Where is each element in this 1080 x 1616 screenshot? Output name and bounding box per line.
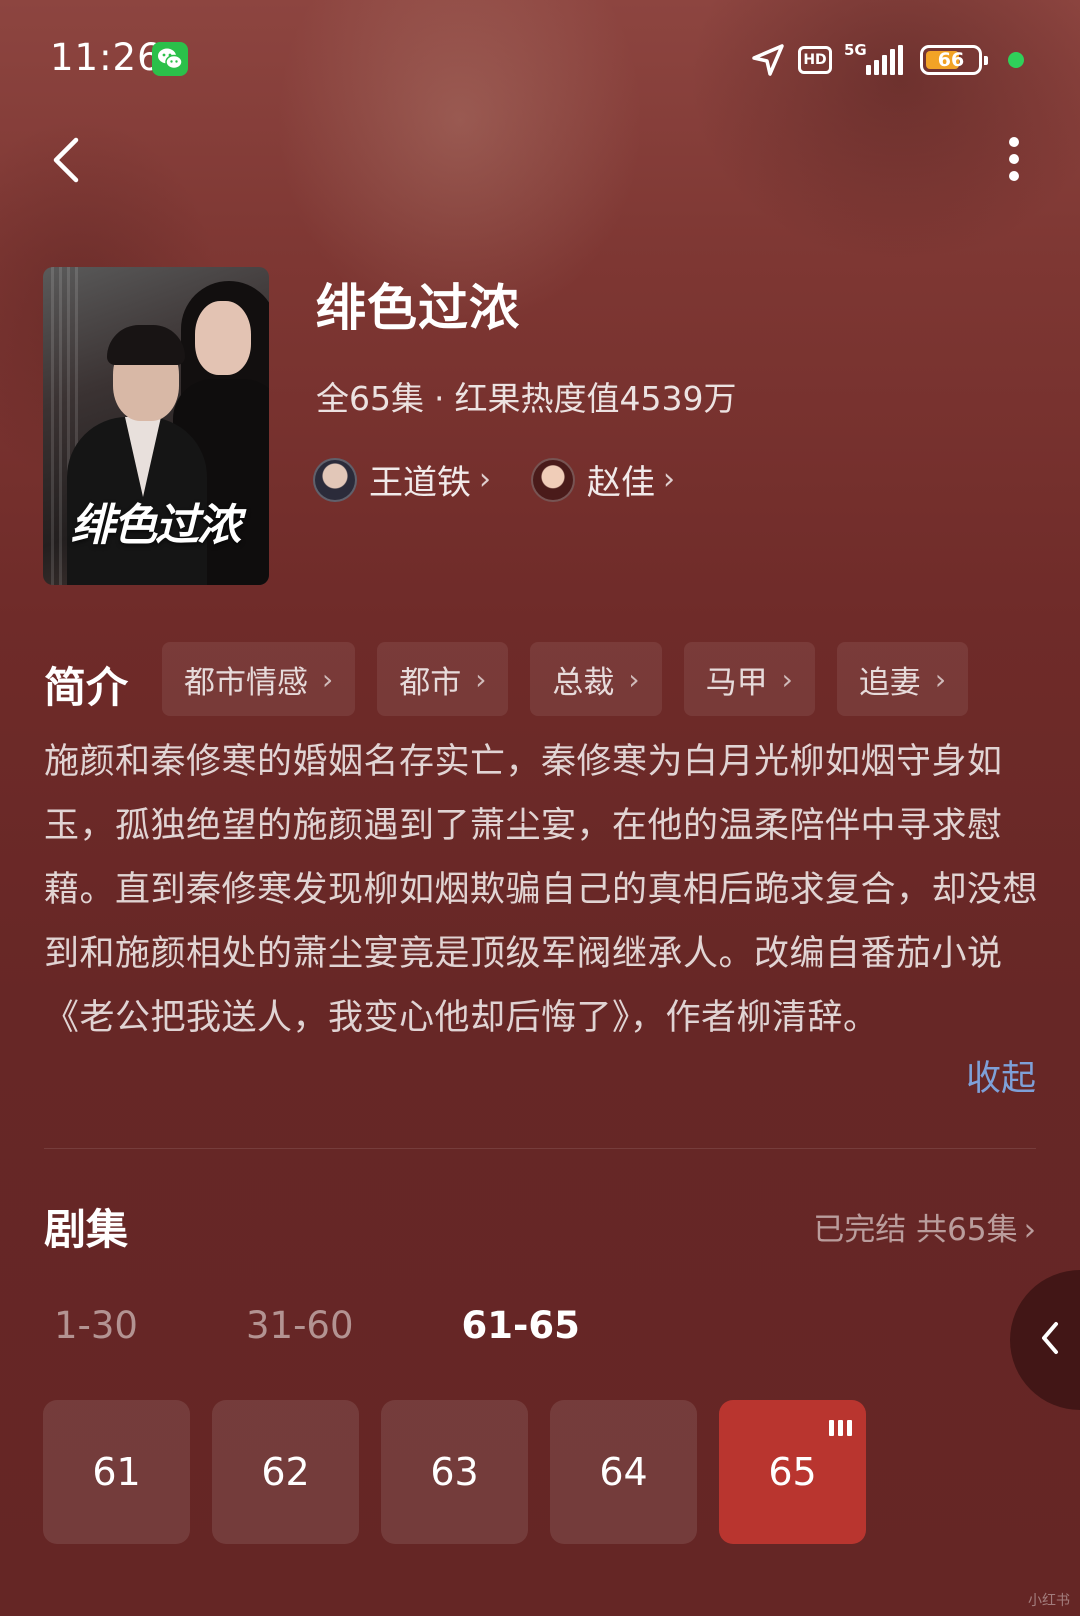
tag-label: 追妻 bbox=[858, 664, 921, 701]
status-icons: HD 5G 66 bbox=[750, 40, 1024, 80]
tag-chip[interactable]: 总裁 › bbox=[530, 642, 662, 716]
episode-range-tabs: 1-30 31-60 61-65 bbox=[54, 1304, 688, 1347]
more-button[interactable] bbox=[1002, 130, 1026, 190]
tag-label: 马甲 bbox=[705, 664, 768, 701]
episode-button[interactable]: 63 bbox=[381, 1400, 528, 1544]
chevron-right-icon: › bbox=[1023, 1212, 1036, 1248]
range-tab[interactable]: 1-30 bbox=[54, 1304, 138, 1347]
cast-list: 王道铁 › 赵佳 › bbox=[313, 455, 675, 504]
status-time: 11:26 bbox=[50, 36, 162, 79]
status-bar: 11:26 HD 5G 66 bbox=[0, 0, 1080, 110]
episodes-status-link[interactable]: 已完结 共65集 › bbox=[813, 1204, 1036, 1249]
avatar bbox=[313, 457, 357, 502]
more-vertical-icon bbox=[1009, 137, 1019, 147]
meta-separator: · bbox=[434, 379, 445, 418]
episode-button[interactable]: 65 bbox=[719, 1400, 866, 1544]
episode-count: 全65集 bbox=[316, 379, 424, 418]
tag-chip[interactable]: 都市情感 › bbox=[162, 642, 356, 716]
watermark: 小红书 bbox=[1028, 1593, 1070, 1609]
tag-label: 都市情感 bbox=[184, 664, 308, 701]
playing-bars-icon bbox=[829, 1420, 852, 1436]
battery-level: 66 bbox=[937, 49, 965, 71]
episode-button[interactable]: 64 bbox=[550, 1400, 697, 1544]
tag-chip[interactable]: 追妻 › bbox=[836, 642, 969, 716]
chevron-right-icon: › bbox=[781, 662, 793, 696]
tag-chip[interactable]: 都市 › bbox=[377, 642, 509, 716]
tag-label: 都市 bbox=[399, 664, 462, 701]
chevron-right-icon: › bbox=[934, 662, 947, 696]
intro-heading: 简介 bbox=[44, 663, 129, 712]
episode-number: 64 bbox=[599, 1450, 648, 1494]
location-arrow-icon bbox=[750, 42, 786, 78]
back-button[interactable] bbox=[46, 130, 96, 190]
synopsis-text: 施颜和秦修寒的婚姻名存实亡，秦修寒为白月光柳如烟守身如玉，孤独绝望的施颜遇到了萧… bbox=[44, 742, 1039, 1038]
signal-icon: 5G bbox=[844, 41, 908, 77]
chevron-right-icon: › bbox=[475, 662, 487, 696]
poster-image[interactable]: 绯色过浓 bbox=[43, 267, 269, 585]
chevron-right-icon: › bbox=[479, 462, 491, 497]
app-screen: 11:26 HD 5G 66 绯色过浓 绯色过浓 全65集 · 红果热度值453… bbox=[0, 0, 1080, 1616]
episode-number: 62 bbox=[261, 1450, 310, 1494]
side-panel-handle[interactable] bbox=[1010, 1270, 1080, 1410]
episode-number: 65 bbox=[768, 1450, 817, 1494]
wechat-icon bbox=[152, 42, 188, 76]
range-tab[interactable]: 31-60 bbox=[246, 1304, 354, 1347]
tag-chip[interactable]: 马甲 › bbox=[683, 642, 815, 716]
heat-value: 红果热度值4539万 bbox=[454, 379, 737, 418]
online-dot bbox=[1008, 52, 1024, 68]
cast-name: 赵佳 bbox=[587, 463, 655, 503]
cast-item-1[interactable]: 王道铁 › bbox=[313, 455, 491, 504]
divider bbox=[44, 1148, 1036, 1149]
chevron-left-icon bbox=[53, 137, 79, 183]
show-title: 绯色过浓 bbox=[316, 279, 520, 337]
genre-tags: 都市情感 › 都市 › 总裁 › 马甲 › 追妻 › bbox=[162, 642, 969, 716]
episodes-status-text: 已完结 共65集 bbox=[813, 1212, 1018, 1248]
network-label: 5G bbox=[844, 41, 867, 59]
chevron-right-icon: › bbox=[628, 662, 640, 696]
chevron-left-icon bbox=[1042, 1322, 1058, 1354]
episode-grid: 61 62 63 64 65 bbox=[43, 1400, 866, 1544]
hd-badge: HD bbox=[798, 46, 832, 74]
show-meta: 全65集 · 红果热度值4539万 bbox=[316, 372, 736, 420]
episode-number: 63 bbox=[430, 1450, 479, 1494]
battery-icon: 66 bbox=[920, 45, 988, 75]
chevron-right-icon: › bbox=[322, 662, 334, 696]
tag-label: 总裁 bbox=[552, 664, 615, 701]
cast-item-2[interactable]: 赵佳 › bbox=[531, 455, 675, 504]
avatar bbox=[531, 457, 575, 502]
poster-title: 绯色过浓 bbox=[71, 500, 241, 551]
episodes-heading: 剧集 bbox=[44, 1205, 129, 1254]
range-tab[interactable]: 61-65 bbox=[462, 1304, 580, 1347]
collapse-button[interactable]: 收起 bbox=[966, 1050, 1036, 1101]
episode-number: 61 bbox=[92, 1450, 141, 1494]
cast-name: 王道铁 bbox=[369, 463, 471, 503]
episode-button[interactable]: 62 bbox=[212, 1400, 359, 1544]
chevron-right-icon: › bbox=[663, 462, 675, 497]
episode-button[interactable]: 61 bbox=[43, 1400, 190, 1544]
